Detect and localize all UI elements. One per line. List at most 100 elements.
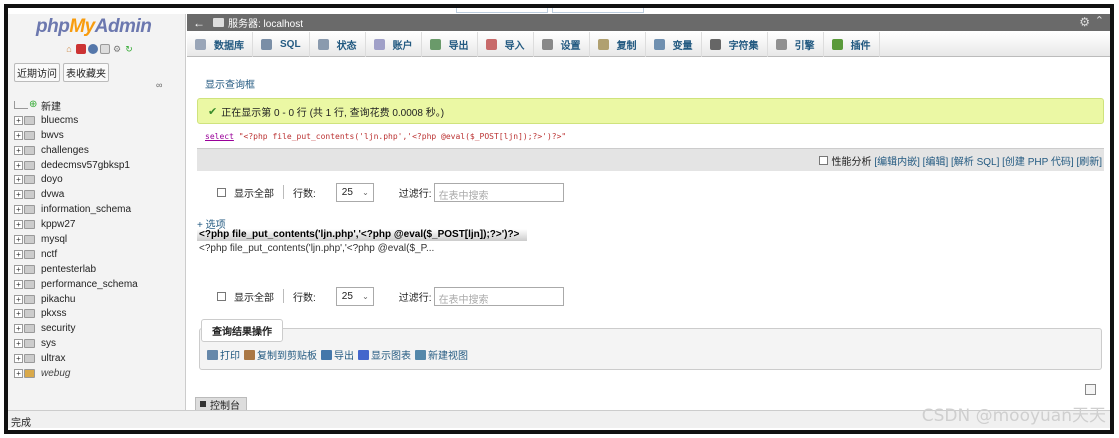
db-item[interactable]: + performance_schema: [14, 277, 184, 292]
export-link[interactable]: 导出: [321, 347, 354, 362]
sql-query-display: select "<?php file_put_contents('ljn.php…: [197, 124, 1104, 148]
wrench-icon: [541, 38, 553, 50]
expand-icon[interactable]: +: [14, 354, 23, 364]
menu-sql[interactable]: SQL: [253, 31, 310, 57]
docs-icon[interactable]: [100, 44, 110, 54]
expand-icon[interactable]: +: [14, 205, 23, 215]
filter-input[interactable]: 在表中搜索: [433, 286, 564, 306]
expand-icon[interactable]: +: [14, 339, 23, 349]
create-php-code-link[interactable]: [创建 PHP 代码]: [1002, 153, 1074, 168]
page-settings-gear-icon[interactable]: ⚙: [1079, 15, 1090, 29]
bookmark-icon[interactable]: [1085, 384, 1096, 395]
db-item[interactable]: + pikachu: [14, 292, 184, 307]
db-item[interactable]: + mysql: [14, 232, 184, 247]
profiling-checkbox[interactable]: [818, 155, 828, 165]
db-item[interactable]: + bwvs: [14, 128, 184, 143]
show-all-checkbox[interactable]: [217, 291, 226, 301]
edit-inline-link[interactable]: [编辑内嵌]: [874, 153, 920, 168]
menu-plugins[interactable]: 插件: [824, 31, 880, 57]
rows-label: 行数:: [293, 292, 316, 304]
db-item[interactable]: + information_schema: [14, 202, 184, 217]
expand-icon[interactable]: +: [14, 115, 23, 125]
menu-settings[interactable]: 设置: [534, 31, 590, 57]
db-item[interactable]: + challenges: [14, 143, 184, 158]
database-icon: [24, 234, 35, 244]
expand-icon[interactable]: +: [14, 279, 23, 289]
settings-gear-icon[interactable]: ⚙: [112, 44, 122, 54]
rows-select[interactable]: 25 ⌄: [335, 182, 374, 202]
print-link[interactable]: 打印: [207, 347, 240, 362]
db-item[interactable]: + nctf: [14, 247, 184, 262]
expand-icon[interactable]: +: [14, 175, 23, 185]
expand-icon[interactable]: +: [14, 190, 23, 200]
back-arrow-icon[interactable]: ←: [193, 16, 205, 30]
edit-link[interactable]: [编辑]: [923, 153, 949, 168]
expand-icon[interactable]: +: [14, 324, 23, 334]
db-item[interactable]: + dedecmsv57gbksp1: [14, 158, 184, 173]
db-new[interactable]: ⊕ 新建: [14, 98, 184, 113]
show-all-label: 显示全部: [234, 188, 274, 200]
db-item[interactable]: + webug: [14, 366, 184, 381]
expand-icon[interactable]: +: [14, 220, 23, 230]
logout-icon[interactable]: [76, 44, 86, 54]
db-item[interactable]: + pentesterlab: [14, 262, 184, 277]
menu-variables[interactable]: 变量: [646, 31, 702, 57]
menu-import[interactable]: 导入: [478, 31, 534, 57]
expand-icon[interactable]: +: [14, 294, 23, 304]
db-item[interactable]: + security: [14, 321, 184, 336]
database-icon: [24, 324, 35, 334]
db-item[interactable]: + kppw27: [14, 217, 184, 232]
left-navigation: phpMyAdmin ⌂ ⚙ ↻ 近期访问 表收藏夹 ∞ ⊕ 新建 + bluec…: [8, 14, 186, 410]
display-chart-link[interactable]: 显示图表: [358, 347, 411, 362]
home-icon[interactable]: ⌂: [64, 44, 74, 54]
expand-icon[interactable]: +: [14, 234, 23, 244]
reload-icon[interactable]: ↻: [124, 44, 134, 54]
result-cell[interactable]: <?php file_put_contents('ljn.php','<?php…: [199, 243, 434, 254]
expand-icon[interactable]: +: [14, 249, 23, 259]
divider: [283, 185, 284, 199]
expand-icon[interactable]: +: [14, 368, 23, 378]
menu-engines[interactable]: 引擎: [768, 31, 824, 57]
explain-sql-link[interactable]: [解析 SQL]: [951, 153, 999, 168]
collapse-icon[interactable]: ⌃: [1095, 14, 1104, 27]
replication-icon: [597, 38, 609, 50]
expand-icon[interactable]: +: [14, 309, 23, 319]
server-breadcrumb-bar: ← 服务器: localhost ⚙ ⌃: [187, 14, 1110, 31]
db-item[interactable]: + dvwa: [14, 187, 184, 202]
console-toggle[interactable]: 控制台: [195, 397, 247, 412]
menu-export[interactable]: 导出: [422, 31, 478, 57]
phpmyadmin-logo[interactable]: phpMyAdmin: [36, 16, 152, 38]
db-item[interactable]: + bluecms: [14, 113, 184, 128]
expand-icon[interactable]: +: [14, 264, 23, 274]
expand-icon[interactable]: +: [14, 160, 23, 170]
help-icon[interactable]: [88, 44, 98, 54]
tab-placeholder: [552, 8, 644, 13]
expand-icon[interactable]: +: [14, 145, 23, 155]
tab-favorites[interactable]: 表收藏夹: [63, 63, 109, 82]
query-ops-items: 打印 复制到剪贴板 导出 显示图表 新建视图: [207, 347, 468, 362]
result-column-header[interactable]: <?php file_put_contents('ljn.php','<?php…: [197, 229, 527, 241]
server-title[interactable]: 服务器: localhost: [228, 15, 303, 30]
copy-to-clipboard-link[interactable]: 复制到剪贴板: [244, 347, 317, 362]
db-item[interactable]: + sys: [14, 336, 184, 351]
tab-recent[interactable]: 近期访问: [14, 63, 60, 82]
link-with-main-panel-icon[interactable]: ∞: [156, 80, 162, 90]
db-item[interactable]: + pkxss: [14, 306, 184, 321]
filter-input[interactable]: 在表中搜索: [433, 182, 564, 202]
databases-icon: [195, 38, 206, 50]
show-query-box-link[interactable]: 显示查询框: [205, 76, 255, 91]
create-view-link[interactable]: 新建视图: [415, 347, 468, 362]
rows-select[interactable]: 25 ⌄: [335, 286, 374, 306]
db-item[interactable]: + doyo: [14, 172, 184, 187]
show-all-checkbox[interactable]: [217, 187, 226, 197]
db-item[interactable]: + ultrax: [14, 351, 184, 366]
expand-icon[interactable]: +: [14, 130, 23, 140]
menu-charsets[interactable]: 字符集: [702, 31, 768, 57]
menu-accounts[interactable]: 账户: [366, 31, 422, 57]
refresh-link[interactable]: [刷新]: [1076, 153, 1102, 168]
menu-status[interactable]: 状态: [310, 31, 366, 57]
export-icon: [321, 349, 332, 360]
menu-databases[interactable]: 数据库: [187, 31, 253, 57]
sql-keyword[interactable]: select: [205, 132, 234, 141]
menu-replication[interactable]: 复制: [590, 31, 646, 57]
